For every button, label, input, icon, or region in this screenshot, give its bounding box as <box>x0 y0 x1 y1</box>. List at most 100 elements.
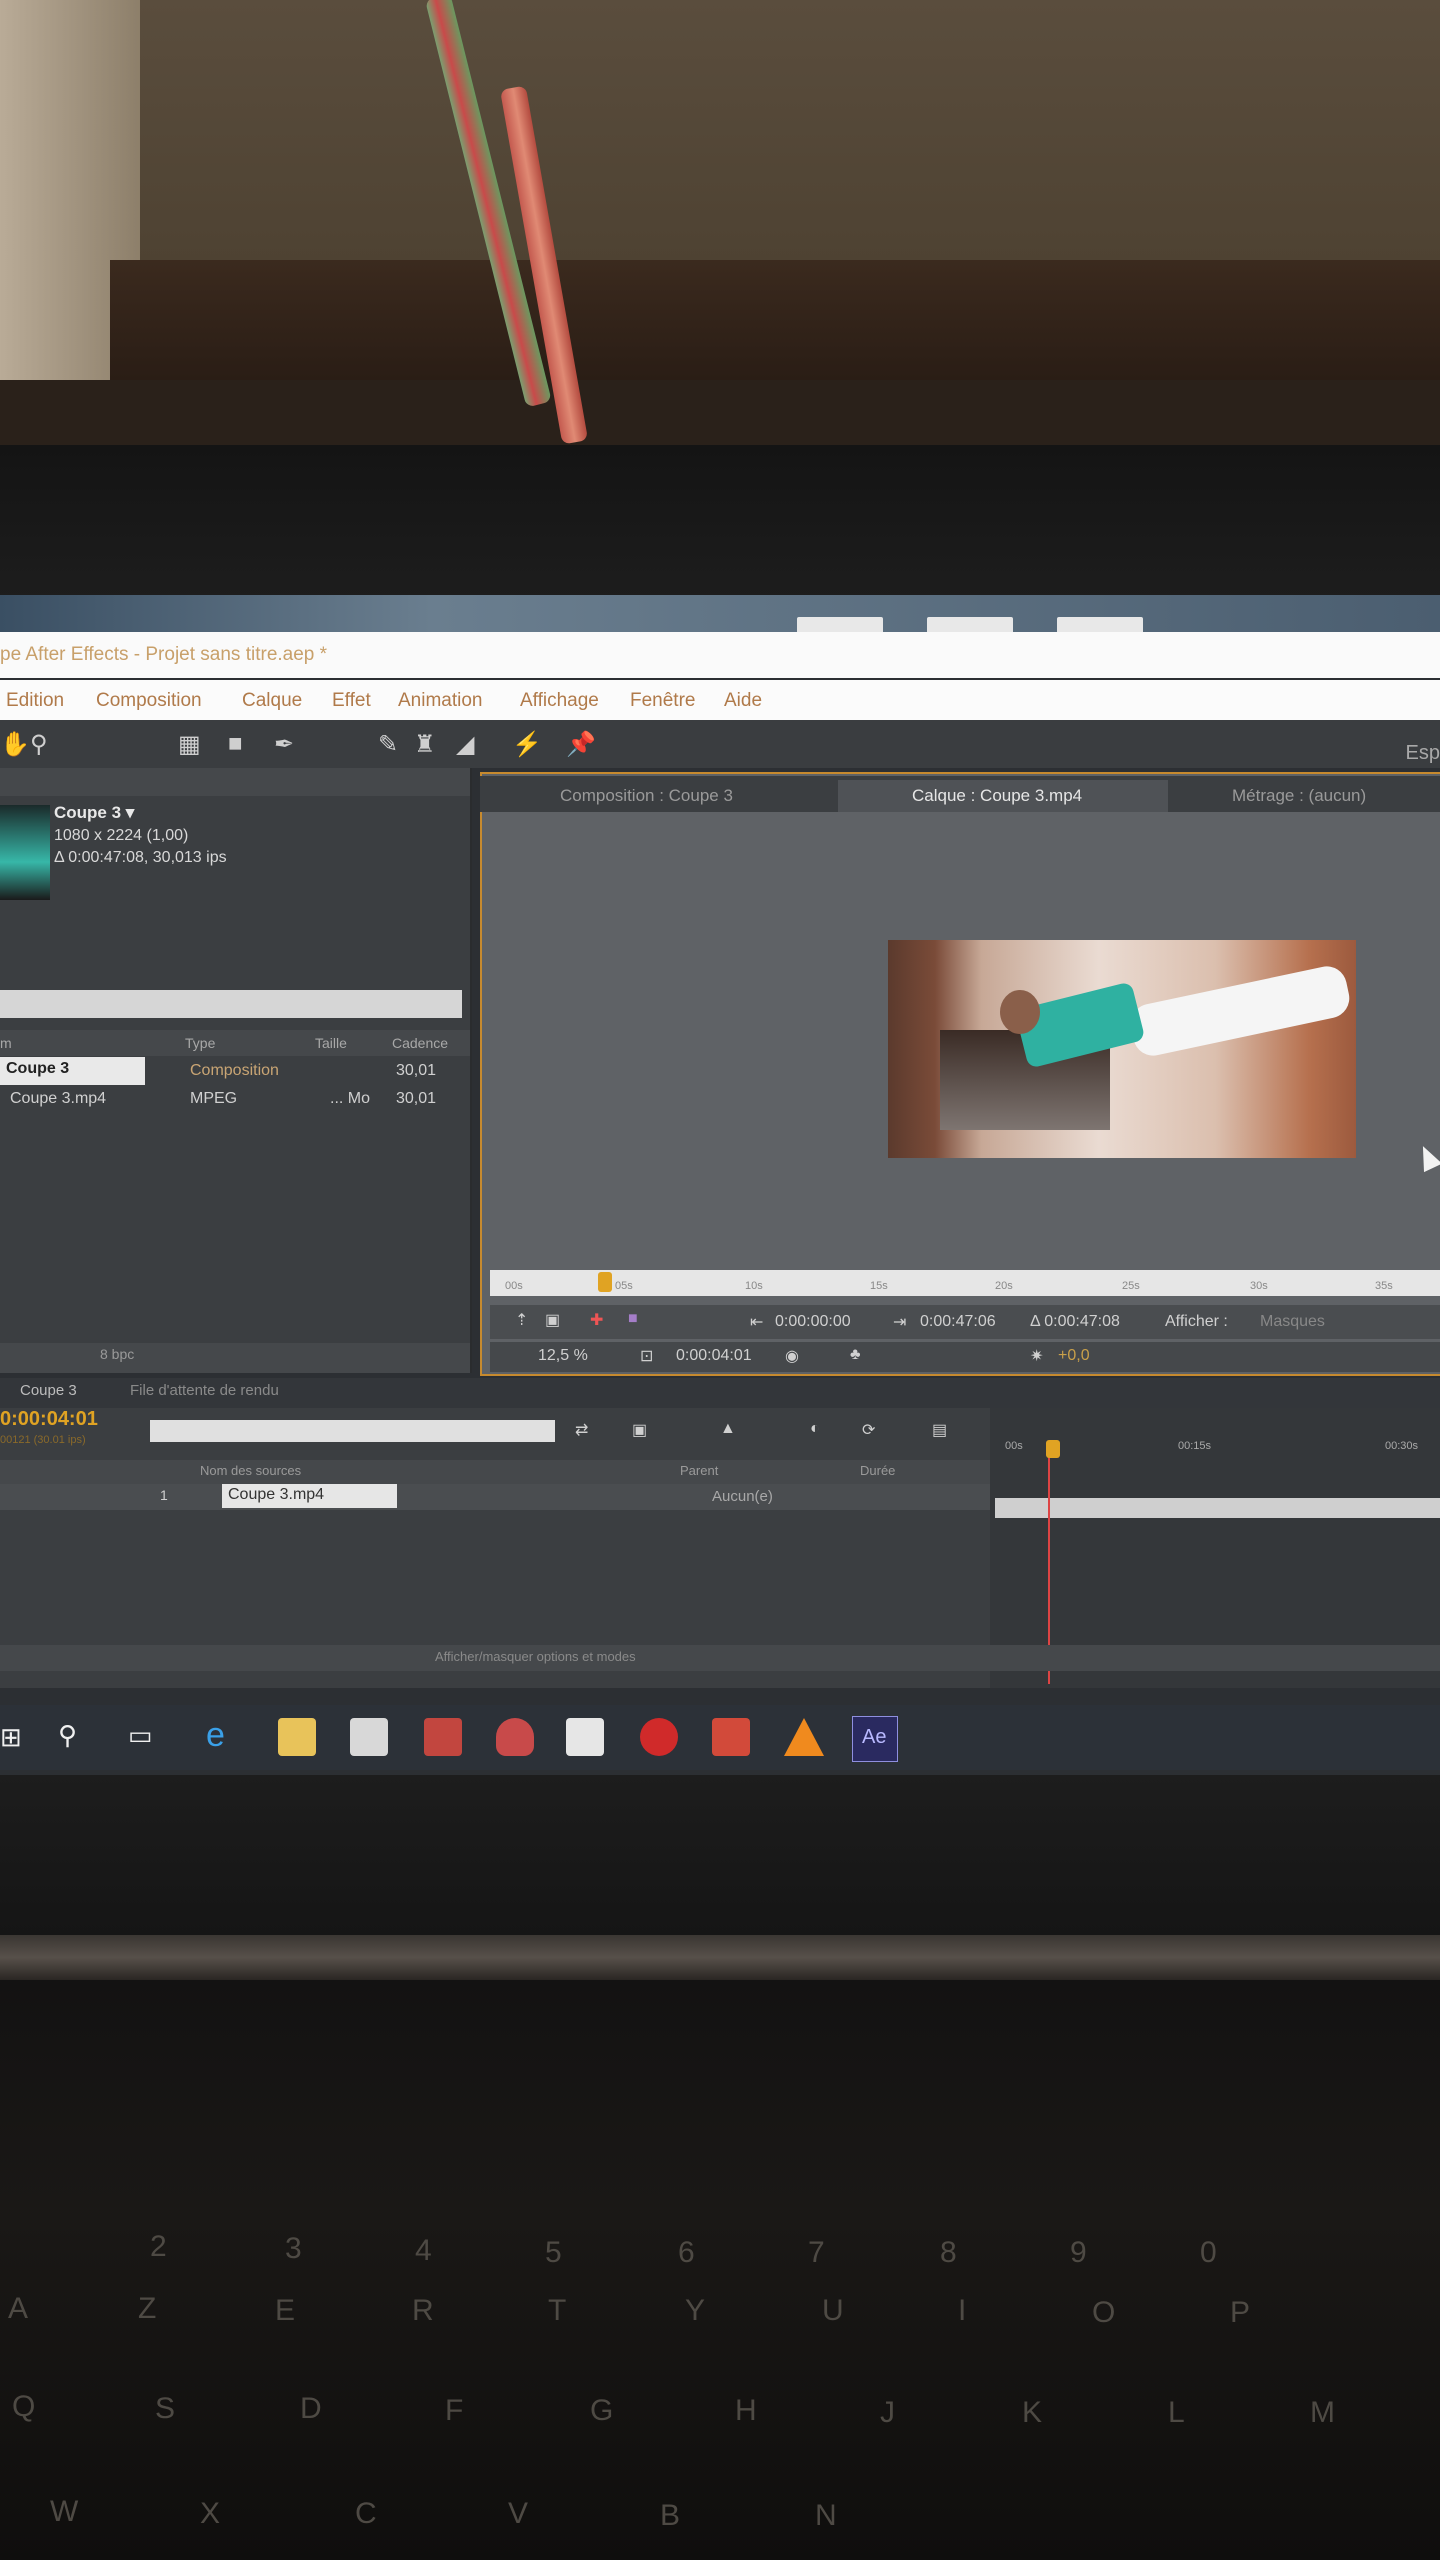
menu-calque[interactable]: Calque <box>242 690 302 712</box>
key-t[interactable]: T <box>548 2294 566 2328</box>
timeline-playhead-handle[interactable] <box>1046 1440 1060 1458</box>
tab-timeline-coupe3[interactable]: Coupe 3 <box>20 1382 77 1399</box>
workspace-label[interactable]: Esp <box>1406 742 1440 765</box>
out-point-icon[interactable]: ⇥ <box>893 1312 906 1332</box>
timeline-layer-row[interactable] <box>0 1484 990 1510</box>
col-parent[interactable]: Parent <box>680 1463 718 1478</box>
clone-stamp-tool-icon[interactable]: ♜ <box>414 730 436 759</box>
menu-edition[interactable]: Edition <box>6 690 64 712</box>
store-icon[interactable] <box>350 1718 388 1756</box>
col-type[interactable]: Type <box>185 1035 215 1051</box>
key-w[interactable]: W <box>50 2495 78 2529</box>
playhead-marker[interactable] <box>598 1272 612 1292</box>
menu-composition[interactable]: Composition <box>96 690 202 712</box>
key-x[interactable]: X <box>200 2497 220 2531</box>
key-e[interactable]: E <box>275 2294 295 2328</box>
key-5[interactable]: 5 <box>545 2236 562 2270</box>
motion-blur-icon[interactable]: ◐ <box>810 1420 820 1438</box>
hand-tool-icon[interactable]: ✋ <box>0 730 30 759</box>
tab-render-queue[interactable]: File d'attente de rendu <box>130 1382 279 1399</box>
edge-icon[interactable]: e <box>206 1716 225 1755</box>
pen-tool-icon[interactable]: ✒ <box>274 730 294 759</box>
antivirus-shield-icon[interactable] <box>496 1718 534 1756</box>
key-q[interactable]: Q <box>12 2390 35 2424</box>
timeline-timecode[interactable]: 0:00:04:01 <box>0 1408 98 1431</box>
key-n[interactable]: N <box>815 2499 837 2533</box>
camera-icon[interactable]: ▤ <box>932 1420 947 1440</box>
file-explorer-icon[interactable] <box>278 1718 316 1756</box>
menu-fenetre[interactable]: Fenêtre <box>630 690 695 712</box>
roto-brush-tool-icon[interactable]: ⚡ <box>512 730 542 759</box>
key-j[interactable]: J <box>880 2396 895 2430</box>
timeline-search-input[interactable] <box>150 1420 555 1442</box>
brush-tool-icon[interactable]: ✎ <box>378 730 398 759</box>
key-a[interactable]: A <box>8 2292 28 2326</box>
opera-icon[interactable] <box>640 1718 678 1756</box>
bpc-label[interactable]: 8 bpc <box>100 1346 134 1362</box>
key-9[interactable]: 9 <box>1070 2236 1087 2270</box>
key-0[interactable]: 0 <box>1200 2236 1217 2270</box>
key-r[interactable]: R <box>412 2294 434 2328</box>
project-item-name[interactable]: Coupe 3 ▾ <box>54 803 134 823</box>
key-3[interactable]: 3 <box>285 2232 302 2266</box>
parent-dropdown[interactable]: Aucun(e) <box>712 1488 773 1505</box>
ripple-icon[interactable]: ▣ <box>545 1310 560 1330</box>
tab-layer[interactable]: Calque : Coupe 3.mp4 <box>912 786 1082 806</box>
tab-footage[interactable]: Métrage : (aucun) <box>1232 786 1366 806</box>
camera-icon[interactable]: ◉ <box>785 1346 799 1366</box>
key-i[interactable]: I <box>958 2294 966 2328</box>
color-icon[interactable]: ■ <box>628 1310 638 1328</box>
pan-behind-tool-icon[interactable]: ▦ <box>178 730 201 759</box>
exposure-value[interactable]: +0,0 <box>1058 1347 1090 1365</box>
project-row-name[interactable]: Coupe 3 <box>6 1060 69 1078</box>
key-8[interactable]: 8 <box>940 2236 957 2270</box>
windows-start-icon[interactable]: ⊞ <box>0 1722 22 1753</box>
layer-duration-bar[interactable] <box>995 1498 1440 1518</box>
key-b[interactable]: B <box>660 2499 680 2533</box>
col-size[interactable]: Taille <box>315 1035 347 1051</box>
layer-name[interactable]: Coupe 3.mp4 <box>228 1486 324 1504</box>
menu-aide[interactable]: Aide <box>724 690 762 712</box>
menu-effet[interactable]: Effet <box>332 690 371 712</box>
out-point-value[interactable]: 0:00:47:06 <box>920 1313 996 1331</box>
puppet-pin-tool-icon[interactable]: 📌 <box>566 730 596 759</box>
key-l[interactable]: L <box>1168 2396 1185 2430</box>
zoom-dropdown[interactable]: 12,5 % <box>538 1347 588 1365</box>
in-point-value[interactable]: 0:00:00:00 <box>775 1313 851 1331</box>
rectangle-tool-icon[interactable]: ■ <box>228 730 243 758</box>
key-z[interactable]: Z <box>138 2292 156 2326</box>
key-c[interactable]: C <box>355 2497 377 2531</box>
office-app-icon[interactable] <box>712 1718 750 1756</box>
show-dropdown[interactable]: Masques <box>1260 1313 1325 1331</box>
vlc-icon[interactable] <box>784 1718 824 1756</box>
key-k[interactable]: K <box>1022 2396 1042 2430</box>
col-rate[interactable]: Cadence <box>392 1035 448 1051</box>
key-7[interactable]: 7 <box>808 2236 825 2270</box>
key-h[interactable]: H <box>735 2394 757 2428</box>
key-m[interactable]: M <box>1310 2396 1335 2430</box>
key-4[interactable]: 4 <box>415 2234 432 2268</box>
toggle-switches-modes[interactable]: Afficher/masquer options et modes <box>435 1649 636 1664</box>
current-time-value[interactable]: 0:00:04:01 <box>676 1347 752 1365</box>
channel-icon[interactable]: ♣ <box>850 1346 861 1364</box>
task-view-icon[interactable]: ▭ <box>128 1720 153 1751</box>
key-u[interactable]: U <box>822 2294 844 2328</box>
app-red-icon[interactable] <box>424 1718 462 1756</box>
col-source-name[interactable]: Nom des sources <box>200 1463 301 1478</box>
key-d[interactable]: D <box>300 2392 322 2426</box>
menu-animation[interactable]: Animation <box>398 690 483 712</box>
render-icon[interactable]: ✚ <box>590 1310 603 1330</box>
key-g[interactable]: G <box>590 2394 613 2428</box>
graph-editor-icon[interactable]: ⟳ <box>862 1420 875 1440</box>
menu-affichage[interactable]: Affichage <box>520 690 599 712</box>
zoom-tool-icon[interactable]: ⚲ <box>30 730 48 759</box>
key-s[interactable]: S <box>155 2392 175 2426</box>
draft-3d-icon[interactable]: ▣ <box>632 1420 647 1440</box>
project-row-name[interactable]: Coupe 3.mp4 <box>10 1090 106 1108</box>
key-p[interactable]: P <box>1230 2296 1250 2330</box>
key-2[interactable]: 2 <box>150 2230 167 2264</box>
key-f[interactable]: F <box>445 2394 463 2428</box>
in-point-icon[interactable]: ⇤ <box>750 1312 763 1332</box>
fit-icon[interactable]: ⊡ <box>640 1346 653 1366</box>
comp-mini-flowchart-icon[interactable]: ⇄ <box>575 1420 588 1440</box>
